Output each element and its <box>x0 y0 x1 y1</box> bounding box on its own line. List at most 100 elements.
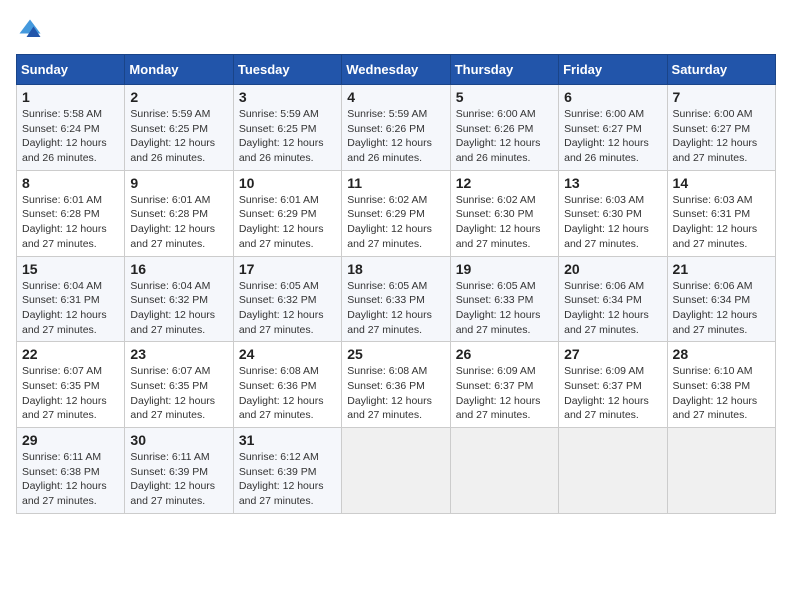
calendar-cell: 17Sunrise: 6:05 AM Sunset: 6:32 PM Dayli… <box>233 256 341 342</box>
day-info: Sunrise: 6:12 AM Sunset: 6:39 PM Dayligh… <box>239 450 337 509</box>
calendar-header-row: SundayMondayTuesdayWednesdayThursdayFrid… <box>17 55 776 85</box>
calendar-cell: 16 Sunrise: 6:04 AM Sunset: 6:32 PM Dayli… <box>125 256 233 342</box>
day-info: Sunrise: 6:04 AM Sunset: 6:31 PM Dayligh… <box>22 279 120 338</box>
calendar-cell: 21 Sunrise: 6:06 AM Sunset: 6:34 PM Dayli… <box>667 256 775 342</box>
day-number: 15 <box>22 261 120 277</box>
day-number: 9 <box>130 175 228 191</box>
calendar-cell: 3Sunrise: 5:59 AM Sunset: 6:25 PM Daylig… <box>233 85 341 171</box>
calendar-cell: 4 Sunrise: 5:59 AM Sunset: 6:26 PM Daylig… <box>342 85 450 171</box>
day-info: Sunrise: 6:11 AM Sunset: 6:39 PM Dayligh… <box>130 450 228 509</box>
day-number: 30 <box>130 432 228 448</box>
day-number: 20 <box>564 261 662 277</box>
calendar-cell: 9 Sunrise: 6:01 AM Sunset: 6:28 PM Daylig… <box>125 170 233 256</box>
calendar-cell: 18Sunrise: 6:05 AM Sunset: 6:33 PM Dayli… <box>342 256 450 342</box>
day-number: 23 <box>130 346 228 362</box>
day-number: 16 <box>130 261 228 277</box>
calendar-cell <box>559 428 667 514</box>
day-info: Sunrise: 6:01 AM Sunset: 6:29 PM Dayligh… <box>239 193 337 252</box>
calendar-cell: 15 Sunrise: 6:04 AM Sunset: 6:31 PM Dayli… <box>17 256 125 342</box>
day-number: 5 <box>456 89 554 105</box>
calendar-cell: 14Sunrise: 6:03 AM Sunset: 6:31 PM Dayli… <box>667 170 775 256</box>
calendar-cell: 27 Sunrise: 6:09 AM Sunset: 6:37 PM Dayli… <box>559 342 667 428</box>
calendar-cell <box>450 428 558 514</box>
day-number: 25 <box>347 346 445 362</box>
day-info: Sunrise: 6:02 AM Sunset: 6:29 PM Dayligh… <box>347 193 445 252</box>
calendar-cell: 5Sunrise: 6:00 AM Sunset: 6:26 PM Daylig… <box>450 85 558 171</box>
day-number: 22 <box>22 346 120 362</box>
day-number: 19 <box>456 261 554 277</box>
day-number: 6 <box>564 89 662 105</box>
calendar-cell <box>667 428 775 514</box>
calendar-table: SundayMondayTuesdayWednesdayThursdayFrid… <box>16 54 776 514</box>
day-number: 2 <box>130 89 228 105</box>
calendar-cell: 2 Sunrise: 5:59 AM Sunset: 6:25 PM Daylig… <box>125 85 233 171</box>
day-info: Sunrise: 6:08 AM Sunset: 6:36 PM Dayligh… <box>239 364 337 423</box>
day-info: Sunrise: 6:05 AM Sunset: 6:32 PM Dayligh… <box>239 279 337 338</box>
calendar-week-row: 15 Sunrise: 6:04 AM Sunset: 6:31 PM Dayli… <box>17 256 776 342</box>
calendar-cell: 30 Sunrise: 6:11 AM Sunset: 6:39 PM Dayli… <box>125 428 233 514</box>
day-number: 31 <box>239 432 337 448</box>
day-info: Sunrise: 6:07 AM Sunset: 6:35 PM Dayligh… <box>130 364 228 423</box>
day-info: Sunrise: 6:03 AM Sunset: 6:31 PM Dayligh… <box>673 193 771 252</box>
calendar-cell: 25 Sunrise: 6:08 AM Sunset: 6:36 PM Dayli… <box>342 342 450 428</box>
calendar-cell: 22 Sunrise: 6:07 AM Sunset: 6:35 PM Dayli… <box>17 342 125 428</box>
calendar-cell: 20 Sunrise: 6:06 AM Sunset: 6:34 PM Dayli… <box>559 256 667 342</box>
day-number: 11 <box>347 175 445 191</box>
day-header-thursday: Thursday <box>450 55 558 85</box>
day-number: 27 <box>564 346 662 362</box>
calendar-cell: 12 Sunrise: 6:02 AM Sunset: 6:30 PM Dayli… <box>450 170 558 256</box>
day-number: 13 <box>564 175 662 191</box>
day-header-friday: Friday <box>559 55 667 85</box>
day-number: 26 <box>456 346 554 362</box>
calendar-cell: 6 Sunrise: 6:00 AM Sunset: 6:27 PM Daylig… <box>559 85 667 171</box>
day-number: 4 <box>347 89 445 105</box>
day-number: 18 <box>347 261 445 277</box>
calendar-cell: 26Sunrise: 6:09 AM Sunset: 6:37 PM Dayli… <box>450 342 558 428</box>
day-info: Sunrise: 6:02 AM Sunset: 6:30 PM Dayligh… <box>456 193 554 252</box>
day-header-wednesday: Wednesday <box>342 55 450 85</box>
calendar-cell: 24 Sunrise: 6:08 AM Sunset: 6:36 PM Dayli… <box>233 342 341 428</box>
calendar-cell: 13Sunrise: 6:03 AM Sunset: 6:30 PM Dayli… <box>559 170 667 256</box>
day-info: Sunrise: 6:06 AM Sunset: 6:34 PM Dayligh… <box>673 279 771 338</box>
day-info: Sunrise: 6:06 AM Sunset: 6:34 PM Dayligh… <box>564 279 662 338</box>
calendar-week-row: 22 Sunrise: 6:07 AM Sunset: 6:35 PM Dayli… <box>17 342 776 428</box>
day-info: Sunrise: 5:59 AM Sunset: 6:26 PM Dayligh… <box>347 107 445 166</box>
day-info: Sunrise: 5:59 AM Sunset: 6:25 PM Dayligh… <box>239 107 337 166</box>
calendar-cell: 29Sunrise: 6:11 AM Sunset: 6:38 PM Dayli… <box>17 428 125 514</box>
calendar-cell: 11 Sunrise: 6:02 AM Sunset: 6:29 PM Dayli… <box>342 170 450 256</box>
day-info: Sunrise: 6:00 AM Sunset: 6:27 PM Dayligh… <box>564 107 662 166</box>
calendar-week-row: 8 Sunrise: 6:01 AM Sunset: 6:28 PM Daylig… <box>17 170 776 256</box>
calendar-week-row: 29Sunrise: 6:11 AM Sunset: 6:38 PM Dayli… <box>17 428 776 514</box>
day-number: 12 <box>456 175 554 191</box>
day-info: Sunrise: 6:00 AM Sunset: 6:27 PM Dayligh… <box>673 107 771 166</box>
day-header-monday: Monday <box>125 55 233 85</box>
calendar-cell: 19Sunrise: 6:05 AM Sunset: 6:33 PM Dayli… <box>450 256 558 342</box>
day-number: 1 <box>22 89 120 105</box>
calendar-cell: 23 Sunrise: 6:07 AM Sunset: 6:35 PM Dayli… <box>125 342 233 428</box>
day-number: 21 <box>673 261 771 277</box>
calendar-cell: 28Sunrise: 6:10 AM Sunset: 6:38 PM Dayli… <box>667 342 775 428</box>
day-number: 10 <box>239 175 337 191</box>
calendar-cell: 31 Sunrise: 6:12 AM Sunset: 6:39 PM Dayli… <box>233 428 341 514</box>
header <box>16 16 776 44</box>
day-info: Sunrise: 5:58 AM Sunset: 6:24 PM Dayligh… <box>22 107 120 166</box>
day-header-saturday: Saturday <box>667 55 775 85</box>
calendar-cell: 1 Sunrise: 5:58 AM Sunset: 6:24 PM Daylig… <box>17 85 125 171</box>
day-number: 29 <box>22 432 120 448</box>
day-info: Sunrise: 6:04 AM Sunset: 6:32 PM Dayligh… <box>130 279 228 338</box>
day-header-tuesday: Tuesday <box>233 55 341 85</box>
day-number: 7 <box>673 89 771 105</box>
day-info: Sunrise: 5:59 AM Sunset: 6:25 PM Dayligh… <box>130 107 228 166</box>
calendar-cell <box>342 428 450 514</box>
day-info: Sunrise: 6:08 AM Sunset: 6:36 PM Dayligh… <box>347 364 445 423</box>
calendar-cell: 10 Sunrise: 6:01 AM Sunset: 6:29 PM Dayli… <box>233 170 341 256</box>
calendar-cell: 8Sunrise: 6:01 AM Sunset: 6:28 PM Daylig… <box>17 170 125 256</box>
day-number: 8 <box>22 175 120 191</box>
day-info: Sunrise: 6:01 AM Sunset: 6:28 PM Dayligh… <box>130 193 228 252</box>
calendar-cell: 7 Sunrise: 6:00 AM Sunset: 6:27 PM Daylig… <box>667 85 775 171</box>
day-header-sunday: Sunday <box>17 55 125 85</box>
day-info: Sunrise: 6:07 AM Sunset: 6:35 PM Dayligh… <box>22 364 120 423</box>
day-info: Sunrise: 6:10 AM Sunset: 6:38 PM Dayligh… <box>673 364 771 423</box>
day-number: 24 <box>239 346 337 362</box>
day-info: Sunrise: 6:09 AM Sunset: 6:37 PM Dayligh… <box>564 364 662 423</box>
